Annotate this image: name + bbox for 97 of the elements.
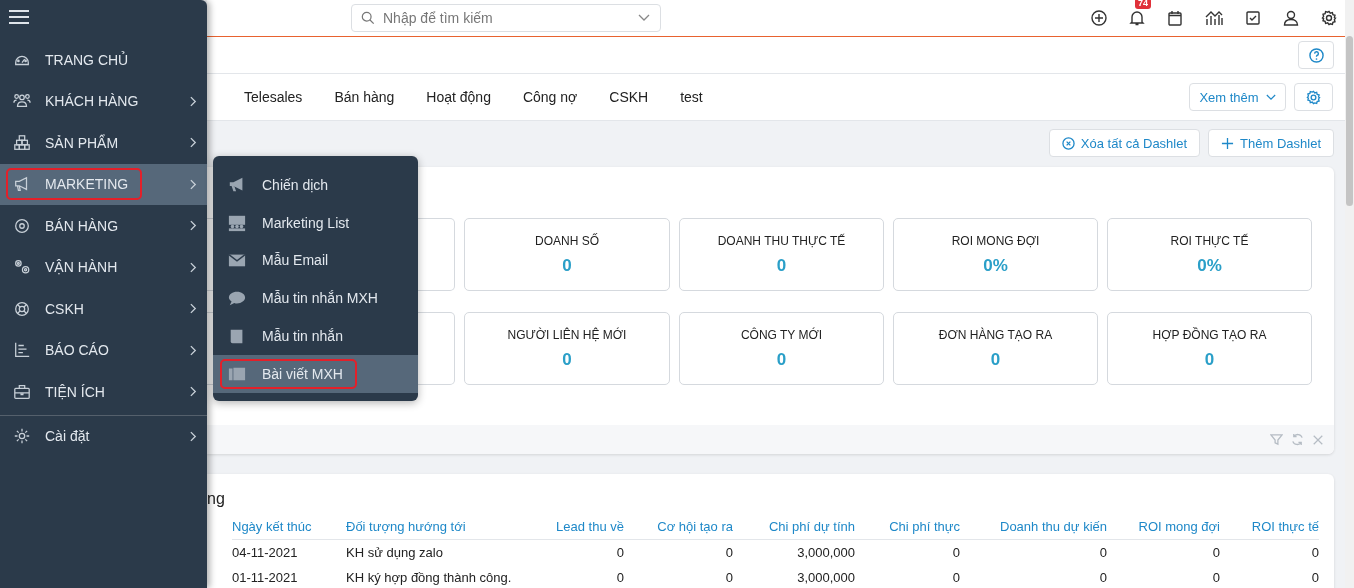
help-icon bbox=[1308, 47, 1324, 63]
stat-value: 0% bbox=[983, 255, 1008, 276]
submenu-item[interactable]: Mẫu tin nhắn MXH bbox=[213, 279, 418, 318]
sidebar-item[interactable]: TIỆN ÍCH bbox=[0, 371, 207, 413]
submenu-item[interactable]: Mẫu tin nhắn bbox=[213, 317, 418, 355]
stat-label: DOANH THU THỰC TẾ bbox=[717, 233, 846, 248]
sidebar-item[interactable]: BÁN HÀNG bbox=[0, 205, 207, 247]
menu-item-icon bbox=[13, 341, 31, 360]
dashboard-tab[interactable]: Công nợ bbox=[522, 89, 578, 105]
chevron-down-icon bbox=[638, 14, 650, 22]
table-cell-text: 0 bbox=[724, 569, 733, 587]
dashboard-tab[interactable]: Bán hàng bbox=[334, 89, 395, 105]
dashboard-tab[interactable]: Telesales bbox=[244, 89, 303, 105]
submenu-item[interactable]: Chiến dịch bbox=[213, 166, 418, 204]
stat-value: 0 bbox=[776, 255, 787, 276]
bell-icon[interactable] bbox=[1129, 10, 1145, 26]
sidebar-item[interactable]: Cài đặt bbox=[0, 415, 207, 457]
stat-value: 0 bbox=[990, 349, 1001, 370]
table-cell-text: 3,000,000 bbox=[796, 569, 855, 587]
column-header[interactable]: Đối tượng hướng tới bbox=[346, 514, 520, 540]
stat-label: HỢP ĐỒNG TẠO RA bbox=[1152, 327, 1267, 342]
stat-label: NGƯỜI LIÊN HỆ MỚI bbox=[507, 327, 627, 342]
table-cell-text: 0 bbox=[951, 544, 960, 562]
menu-item-icon bbox=[228, 213, 246, 232]
table-cell-text: 04-11-2021 bbox=[232, 544, 299, 562]
table-cell-text: 0 bbox=[1211, 569, 1220, 587]
sidebar-item[interactable]: MARKETING bbox=[0, 163, 207, 205]
table-cell-text: KH sử dụng zalo bbox=[346, 544, 444, 562]
search-icon bbox=[361, 11, 375, 25]
plus-icon bbox=[1221, 136, 1235, 150]
chevron-down-icon bbox=[1265, 93, 1276, 101]
menu-icon[interactable] bbox=[9, 9, 29, 25]
stat-label: ROI MONG ĐỢI bbox=[951, 233, 1040, 248]
settings-icon[interactable] bbox=[1321, 10, 1337, 26]
table-cell-text: 0 bbox=[951, 569, 960, 587]
stat-value: 0 bbox=[562, 349, 572, 370]
column-header[interactable]: Chi phí thực bbox=[855, 514, 960, 540]
table-cell-text: 0 bbox=[615, 544, 624, 562]
sidebar-item[interactable]: CSKH bbox=[0, 288, 207, 330]
menu-item-icon bbox=[228, 289, 246, 308]
sidebar-item[interactable]: TRANG CHỦ bbox=[0, 39, 207, 81]
clear-dashlets-button[interactable]: Xóa tất cả Dashlet bbox=[1048, 129, 1201, 157]
table-cell-text: 3,000,000 bbox=[796, 544, 855, 562]
dashboard-tab[interactable]: Hoạt động bbox=[426, 89, 491, 105]
column-header[interactable]: Chi phí dự tính bbox=[733, 514, 855, 540]
column-header[interactable]: ROI thực tế bbox=[1220, 514, 1319, 540]
notification-badge: 74 bbox=[1135, 0, 1151, 9]
menu-item-icon bbox=[13, 299, 31, 318]
table-cell-text: 0 bbox=[724, 544, 733, 562]
close-circle-icon bbox=[1061, 136, 1075, 150]
stat-value: 0 bbox=[776, 349, 787, 370]
checkbox-icon[interactable] bbox=[1245, 10, 1261, 26]
settings-button[interactable] bbox=[1294, 83, 1333, 111]
sidebar-item[interactable]: BÁO CÁO bbox=[0, 329, 207, 371]
table-cell-text: 0 bbox=[1211, 544, 1220, 562]
table-cell-text: 0 bbox=[615, 569, 624, 587]
submenu-item[interactable]: Mẫu Email bbox=[213, 241, 418, 280]
help-button[interactable] bbox=[1298, 41, 1334, 69]
stat-value: 0% bbox=[1197, 255, 1222, 276]
stat-label: ĐƠN HÀNG TẠO RA bbox=[938, 327, 1053, 342]
menu-item-icon bbox=[13, 216, 31, 235]
column-header[interactable]: Cơ hội tạo ra bbox=[624, 514, 733, 540]
table-cell-text: 0 bbox=[1098, 569, 1107, 587]
dashboard-tab[interactable]: CSKH bbox=[609, 89, 649, 105]
submenu-item[interactable]: Bài viết MXH bbox=[213, 355, 418, 393]
sidebar-item[interactable]: SẢN PHẨM bbox=[0, 122, 207, 164]
table-cell-text: 01-11-2021 bbox=[232, 569, 299, 587]
column-header[interactable]: Doanh thu dự kiến bbox=[960, 514, 1107, 540]
stat-value: 0 bbox=[562, 255, 572, 276]
dashboard-tab[interactable]: test bbox=[680, 89, 703, 105]
add-icon[interactable] bbox=[1091, 10, 1107, 26]
stat-label: DOANH SỐ bbox=[535, 233, 599, 248]
menu-item-icon bbox=[13, 382, 31, 401]
scrollbar[interactable] bbox=[1345, 0, 1354, 588]
search-field[interactable]: Nhập để tìm kiếm bbox=[351, 4, 661, 32]
column-header[interactable]: Lead thu về bbox=[520, 514, 624, 540]
menu-item-icon bbox=[13, 427, 31, 446]
sidebar-item[interactable]: KHÁCH HÀNG bbox=[0, 80, 207, 122]
calendar-icon[interactable] bbox=[1167, 10, 1183, 26]
user-icon[interactable] bbox=[1283, 10, 1299, 26]
settings-icon bbox=[1306, 89, 1321, 105]
table-cell-text: 0 bbox=[1098, 544, 1107, 562]
submenu-item[interactable]: Marketing List bbox=[213, 203, 418, 242]
stat-label: ROI THỰC TẾ bbox=[1170, 233, 1249, 248]
chart-icon[interactable] bbox=[1205, 10, 1223, 26]
stat-label: CÔNG TY MỚI bbox=[740, 327, 823, 342]
table-cell-text: 0 bbox=[1310, 569, 1319, 587]
table-cell-text: KH ký hợp đồng thành công. bbox=[346, 569, 513, 587]
column-header[interactable]: Ngày kết thúc bbox=[232, 514, 346, 540]
column-header[interactable]: ROI mong đợi bbox=[1107, 514, 1220, 540]
table-cell-text: 0 bbox=[1310, 544, 1319, 562]
add-dashlet-button[interactable]: Thêm Dashlet bbox=[1208, 129, 1334, 157]
card-title: ng bbox=[207, 490, 225, 508]
stat-value: 0 bbox=[1204, 349, 1215, 370]
more-button[interactable]: Xem thêm bbox=[1189, 83, 1286, 111]
sidebar-item[interactable]: VẬN HÀNH bbox=[0, 246, 207, 288]
menu-item-icon bbox=[13, 133, 31, 152]
